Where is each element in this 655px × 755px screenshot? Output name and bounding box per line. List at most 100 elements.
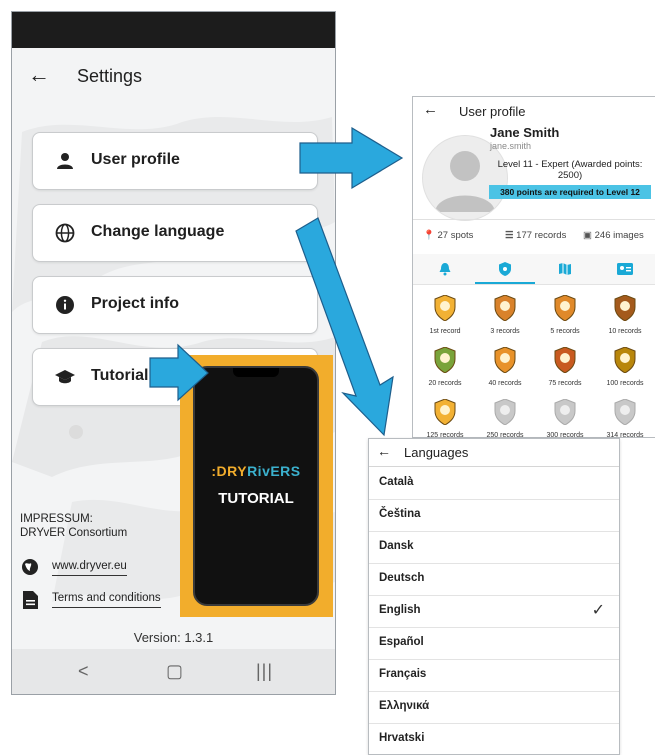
badge-item[interactable]: 250 records <box>475 398 535 437</box>
languages-header: ← Languages <box>369 439 619 467</box>
badge-label: 3 records <box>490 328 520 335</box>
badge-label: 1st record <box>429 328 461 335</box>
location-pin-icon: 📍 <box>423 230 435 241</box>
badge-item[interactable]: 3 records <box>475 294 535 335</box>
impressum: IMPRESSUM: DRYvER Consortium <box>20 512 127 540</box>
menu-label: Tutorial <box>91 367 149 384</box>
back-arrow-icon[interactable]: ← <box>423 101 438 118</box>
language-label: Français <box>379 668 427 680</box>
badge-item[interactable]: 125 records <box>415 398 475 437</box>
project-info-button[interactable]: Project info <box>32 276 318 334</box>
badge-item[interactable]: 314 records <box>595 398 655 437</box>
badge-item[interactable]: 5 records <box>535 294 595 335</box>
language-label: English <box>379 604 421 616</box>
impressum-org: DRYvER Consortium <box>20 527 128 539</box>
badge-item[interactable]: 20 records <box>415 346 475 387</box>
back-arrow-icon[interactable]: ← <box>28 62 50 88</box>
person-icon <box>57 153 73 169</box>
globe-icon <box>55 223 75 243</box>
languages-screen: ← Languages Català Čeština Dansk Deutsch Eng… <box>368 438 620 755</box>
spots-stat: 📍 27 spots <box>423 230 474 241</box>
profile-tabs <box>413 254 655 285</box>
medal-icon <box>554 398 576 426</box>
user-name: Jane Smith <box>490 125 560 140</box>
username: jane.smith <box>490 141 532 151</box>
terms-link[interactable]: Terms and conditions <box>52 592 161 608</box>
tab-id-card[interactable] <box>595 254 655 284</box>
tutorial-label: TUTORIAL <box>218 490 294 507</box>
user-profile-button[interactable]: User profile <box>32 132 318 190</box>
language-label: Ελληνικά <box>379 700 430 712</box>
language-label: Dansk <box>379 540 414 552</box>
medal-icon <box>494 346 516 374</box>
medal-icon <box>434 346 456 374</box>
badge-item[interactable]: 40 records <box>475 346 535 387</box>
language-item[interactable]: English ✓ <box>369 595 619 628</box>
language-label: Čeština <box>379 508 421 520</box>
page-title: User profile <box>459 104 526 119</box>
tutorial-phone-image: :DRYRivERS TUTORIAL <box>193 366 319 606</box>
medal-icon <box>434 294 456 322</box>
language-item[interactable]: Dansk <box>369 531 619 564</box>
images-stat: ▣ 246 images <box>583 230 644 241</box>
points-required-banner: 380 points are required to Level 12 <box>489 185 651 199</box>
medal-icon <box>614 398 636 426</box>
badge-label: 75 records <box>548 380 582 387</box>
language-item[interactable]: Hrvatski <box>369 723 619 754</box>
bell-icon <box>439 263 451 276</box>
change-language-button[interactable]: Change language <box>32 204 318 262</box>
medal-icon <box>554 346 576 374</box>
tab-notifications[interactable] <box>415 254 475 284</box>
medal-icon <box>614 346 636 374</box>
version-text: Version: 1.3.1 <box>133 630 214 645</box>
language-item[interactable]: Čeština <box>369 499 619 532</box>
language-item[interactable]: Español <box>369 627 619 660</box>
medal-icon <box>494 294 516 322</box>
image-icon: ▣ <box>583 230 592 241</box>
menu-label: Project info <box>91 295 180 312</box>
divider <box>413 219 655 220</box>
medal-icon <box>494 398 516 426</box>
nav-recents-icon[interactable]: ||| <box>256 661 273 682</box>
website-link[interactable]: www.dryver.eu <box>52 560 127 576</box>
badge-label: 100 records <box>606 380 644 387</box>
badge-label: 20 records <box>428 380 462 387</box>
badge-item[interactable]: 10 records <box>595 294 655 335</box>
records-stat: ☰ 177 records <box>505 230 567 241</box>
list-icon: ☰ <box>505 230 514 241</box>
language-item[interactable]: Ελληνικά <box>369 691 619 724</box>
back-arrow-icon[interactable]: ← <box>377 443 391 459</box>
badge-item[interactable]: 300 records <box>535 398 595 437</box>
user-profile-screen: ← User profile Jane Smith jane.smith Lev… <box>412 96 655 438</box>
language-item[interactable]: Català <box>369 467 619 500</box>
dryrivers-logo: :DRYRivERS <box>211 463 301 479</box>
badge-item[interactable]: 75 records <box>535 346 595 387</box>
menu-label: User profile <box>91 151 180 168</box>
medal-icon <box>614 294 636 322</box>
document-icon <box>23 591 38 609</box>
level-text: Level 11 - Expert (Awarded points: 2500) <box>497 159 643 181</box>
badge-item[interactable]: 1st record <box>415 294 475 335</box>
badge-label: 5 records <box>550 328 580 335</box>
phone-notch <box>233 368 279 377</box>
globe-filled-icon <box>22 559 38 575</box>
tab-badges[interactable] <box>475 254 535 284</box>
language-label: Deutsch <box>379 572 425 584</box>
checkmark-icon: ✓ <box>591 602 605 619</box>
menu-label: Change language <box>91 223 225 240</box>
impressum-title: IMPRESSUM: <box>20 513 93 525</box>
status-bar <box>12 12 335 48</box>
language-label: Español <box>379 636 424 648</box>
badge-item[interactable]: 100 records <box>595 346 655 387</box>
map-icon <box>559 263 571 275</box>
nav-back-icon[interactable]: < <box>78 661 89 682</box>
medal-icon <box>434 398 456 426</box>
page-title: Settings <box>77 66 143 86</box>
page-title: Languages <box>404 445 469 460</box>
tab-map[interactable] <box>535 254 595 284</box>
language-item[interactable]: Deutsch <box>369 563 619 596</box>
shield-icon <box>499 262 511 276</box>
language-label: Català <box>379 476 414 488</box>
language-item[interactable]: Français <box>369 659 619 692</box>
nav-home-icon[interactable]: ▢ <box>166 661 183 682</box>
